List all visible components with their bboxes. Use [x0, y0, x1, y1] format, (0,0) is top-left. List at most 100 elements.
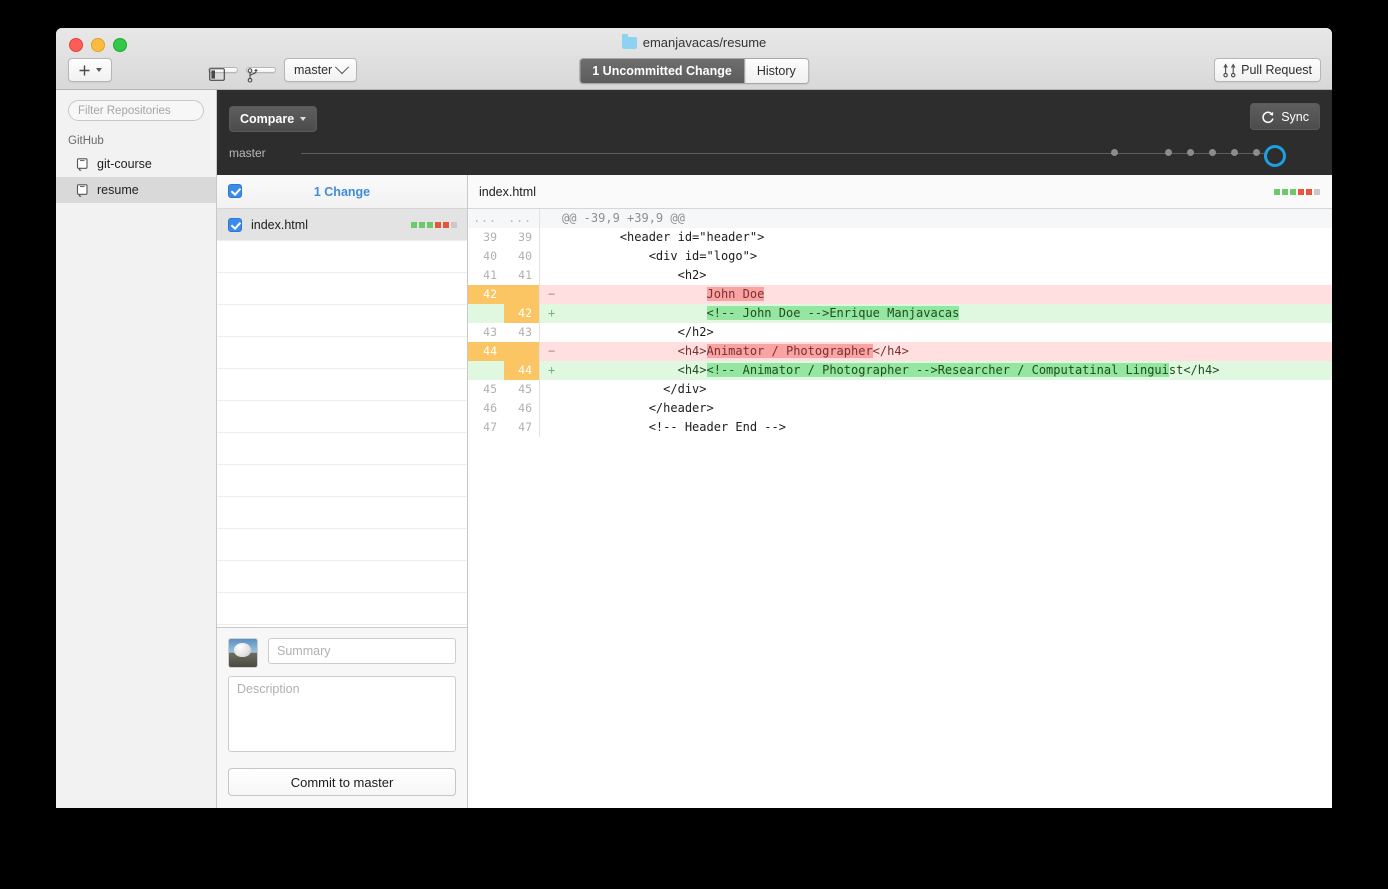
head-commit-indicator[interactable] [1264, 144, 1286, 167]
sync-label: Sync [1281, 109, 1309, 124]
diff-line-ctx: 43 43 </h2> [468, 323, 1332, 342]
window-body: GitHub git-course [56, 90, 1332, 808]
diff-new-line-number: 45 [504, 380, 540, 399]
commit-dot[interactable] [1231, 149, 1238, 156]
commit-button[interactable]: Commit to master [228, 768, 456, 796]
diff-old-line-number: 43 [483, 325, 497, 339]
diff-line-code: <h4><!-- Animator / Photographer -->Rese… [562, 363, 1220, 377]
list-item-empty [217, 273, 467, 305]
list-item[interactable]: index.html [217, 209, 467, 241]
branch-selector[interactable]: master [284, 58, 358, 82]
stat-square [1306, 188, 1312, 195]
diff-line-code: <h4>Animator / Photographer</h4> [562, 344, 909, 358]
commit-summary-input[interactable] [268, 638, 456, 664]
diff-old-line-number [468, 361, 504, 380]
new-branch-button[interactable] [246, 67, 276, 83]
diff-line-hunk: ...... @@ -39,9 +39,9 @@ [468, 209, 1332, 228]
diff-stat-squares [1274, 188, 1320, 195]
stat-square [451, 221, 457, 228]
diff-line-code: John Doe [706, 287, 765, 301]
stat-square [1314, 188, 1320, 195]
stat-square [1298, 188, 1304, 195]
list-item-empty [217, 529, 467, 561]
sidebar-item-label: git-course [97, 157, 152, 171]
diff-line-sign: + [548, 306, 556, 320]
chevron-down-icon [300, 117, 307, 121]
diff-line-ctx: 41 41 <h2> [468, 266, 1332, 285]
compare-button[interactable]: Compare [229, 106, 318, 132]
pull-request-icon [1223, 62, 1236, 77]
commit-dot[interactable] [1111, 149, 1118, 156]
toolbar-right: Pull Request [1214, 58, 1321, 83]
filter-repositories-input[interactable] [68, 100, 204, 121]
diff-new-line-number: 42 [504, 304, 540, 323]
commit-description-input[interactable] [228, 676, 456, 752]
new-branch-icon [247, 68, 258, 83]
file-name: index.html [251, 217, 308, 232]
plus-icon [79, 65, 90, 75]
stat-square [419, 221, 425, 228]
list-item-empty [217, 561, 467, 593]
stat-square [443, 221, 449, 228]
diff-old-line-number: 46 [483, 401, 497, 415]
diff-line-sign: + [548, 363, 556, 377]
sync-button[interactable]: Sync [1250, 103, 1320, 130]
diff-line-code: <h2> [562, 268, 707, 282]
commit-track[interactable] [301, 143, 1286, 167]
avatar [228, 638, 258, 668]
sidebar-item-git-course[interactable]: git-course [56, 151, 216, 177]
diff-old-line-number: 42 [468, 285, 504, 304]
view-tabs: 1 Uncommitted Change History [579, 58, 809, 84]
commit-dot[interactable] [1209, 149, 1216, 156]
diff-new-line-number: 39 [504, 228, 540, 247]
tab-uncommitted-changes[interactable]: 1 Uncommitted Change [580, 59, 744, 83]
track-line [301, 152, 1268, 154]
pull-request-button[interactable]: Pull Request [1214, 58, 1321, 82]
diff-line-sign [540, 209, 562, 228]
commit-dot[interactable] [1253, 149, 1260, 156]
diff-old-line-number: 39 [483, 230, 497, 244]
folder-icon [621, 33, 637, 49]
diff-old-line-number: ... [473, 211, 497, 225]
stat-square [435, 221, 441, 228]
diff-new-line-number: 47 [504, 418, 540, 437]
diff-stat-squares [411, 221, 457, 228]
diff-line-ctx: 39 39 <header id="header"> [468, 228, 1332, 247]
window-title-text: emanjavacas/resume [642, 35, 767, 50]
diff-line-code: </header> [562, 401, 714, 415]
changes-header: 1 Change [217, 175, 467, 209]
branch-selector-label: master [294, 63, 333, 77]
sidebar-item-resume[interactable]: resume [56, 177, 216, 203]
changes-panel: 1 Change index.html Summary Description … [217, 175, 468, 808]
filter-wrapper [56, 90, 216, 127]
compare-label: Compare [240, 112, 295, 126]
diff-old-line-number: 41 [483, 268, 497, 282]
diff-new-line-number: ... [504, 209, 540, 228]
add-repository-button[interactable] [68, 58, 112, 82]
tab-history[interactable]: History [743, 59, 808, 83]
diff-line-sign [540, 380, 562, 399]
pull-request-label: Pull Request [1241, 63, 1312, 77]
diff-content[interactable]: ...... @@ -39,9 +39,9 @@ 39 39 <header id="… [468, 209, 1332, 808]
sidebar-toggle-button[interactable] [208, 67, 238, 81]
diff-line-sign [540, 323, 562, 342]
diff-panel: index.html ...... @@ -39,9 +39,9 @@ 39 39 <… [468, 175, 1332, 808]
diff-old-line-number: 44 [468, 342, 504, 361]
stat-square [427, 221, 433, 228]
diff-line-sign [540, 247, 562, 266]
repository-sidebar: GitHub git-course [56, 90, 217, 808]
diff-new-line-number: 44 [504, 361, 540, 380]
list-item-empty [217, 305, 467, 337]
diff-new-line-number [504, 285, 540, 304]
list-item-empty [217, 241, 467, 273]
file-checkbox[interactable] [228, 217, 242, 232]
commit-dot[interactable] [1187, 149, 1194, 156]
toolbar-left [68, 58, 112, 82]
diff-line-code: <div id="logo"> [562, 249, 758, 263]
commit-dot[interactable] [1165, 149, 1172, 156]
summary-row [228, 638, 456, 668]
compare-bar: Compare Sync master [217, 90, 1332, 175]
diff-line-code: <!-- Header End --> [562, 420, 786, 434]
toolbar-center-left: master [208, 58, 358, 83]
select-all-checkbox[interactable] [228, 184, 242, 198]
